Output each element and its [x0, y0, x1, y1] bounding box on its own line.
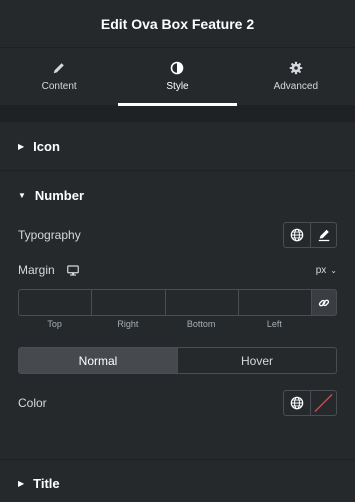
tab-label: Style: [166, 81, 189, 92]
typography-buttons: [283, 222, 337, 248]
spacer: [0, 106, 355, 122]
tab-content[interactable]: Content: [0, 48, 118, 105]
margin-label: Margin: [18, 263, 55, 277]
desktop-icon[interactable]: [66, 264, 79, 276]
gear-icon: [289, 61, 303, 75]
caret-right-icon: ▶: [18, 478, 25, 488]
margin-left-input[interactable]: [237, 289, 311, 316]
typography-label: Typography: [18, 228, 81, 242]
tab-advanced[interactable]: Advanced: [237, 48, 355, 105]
margin-top-label: Top: [47, 319, 62, 329]
caret-down-icon: ▼: [18, 190, 26, 200]
section-title-toggle[interactable]: ▶ Title: [0, 460, 355, 502]
typography-row: Typography: [18, 219, 337, 251]
panel-header: Edit Ova Box Feature 2: [0, 0, 355, 48]
link-icon: [318, 299, 330, 306]
unit-selector[interactable]: px ⌄: [316, 265, 337, 276]
margin-field-labels: Top Right Bottom Left: [18, 319, 337, 329]
empty-color-swatch-icon: [314, 393, 333, 413]
tab-label: Advanced: [273, 81, 319, 92]
color-swatch-button[interactable]: [310, 391, 336, 415]
half-circle-icon: [171, 61, 184, 75]
margin-row: Margin px ⌄: [18, 257, 337, 283]
section-label: Title: [33, 475, 60, 491]
tab-style[interactable]: Style: [118, 48, 237, 106]
color-row: Color: [18, 387, 337, 419]
state-toggle: Normal Hover: [18, 347, 337, 374]
margin-dimensions: [18, 289, 337, 316]
pencil-icon: [53, 63, 64, 74]
link-values-button[interactable]: [311, 289, 337, 316]
global-typography-button[interactable]: [284, 223, 310, 247]
margin-label-group: Margin: [18, 263, 79, 277]
state-hover-tab[interactable]: Hover: [177, 348, 336, 373]
tab-label: Content: [41, 81, 77, 92]
margin-right-label: Right: [117, 319, 139, 329]
panel-title: Edit Ova Box Feature 2: [100, 15, 255, 32]
globe-icon: [290, 228, 304, 242]
margin-left-label: Left: [266, 319, 282, 329]
title-section: ▶ Title: [0, 459, 355, 502]
caret-right-icon: ▶: [18, 141, 25, 151]
pencil-icon: [318, 229, 329, 242]
section-icon-toggle[interactable]: ▶ Icon: [0, 122, 355, 170]
margin-top-input[interactable]: [18, 289, 92, 316]
margin-bottom-label: Bottom: [186, 319, 216, 329]
color-label: Color: [18, 396, 47, 410]
color-buttons: [283, 390, 337, 416]
chevron-down-icon: ⌄: [330, 265, 337, 275]
number-controls: Typography Margin px ⌄ Top Right Bottom …: [0, 219, 355, 419]
section-label: Number: [34, 187, 85, 203]
global-color-button[interactable]: [284, 391, 310, 415]
section-label: Icon: [33, 138, 60, 154]
section-number-toggle[interactable]: ▼ Number: [0, 171, 355, 219]
margin-right-input[interactable]: [91, 289, 165, 316]
edit-typography-button[interactable]: [310, 223, 336, 247]
state-normal-tab[interactable]: Normal: [19, 348, 177, 373]
globe-icon: [290, 396, 304, 410]
unit-value: px: [315, 264, 327, 276]
panel-tabs: Content Style Advanced: [0, 48, 355, 106]
margin-bottom-input[interactable]: [164, 289, 238, 316]
